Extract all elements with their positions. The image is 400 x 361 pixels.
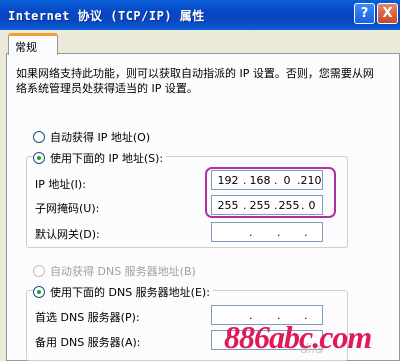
alternate-dns-label: 备用 DNS 服务器(A): (35, 336, 141, 349)
auto-dns-option[interactable]: 自动获得 DNS 服务器地址(B) (33, 263, 196, 279)
auto-dns-radio[interactable] (33, 265, 45, 277)
gateway-label: 默认网关(D): (35, 228, 100, 241)
tab-general[interactable]: 常规 (8, 33, 58, 55)
subnet-mask-label: 子网掩码(U): (35, 202, 100, 215)
site-watermark: 886abc.com (224, 319, 372, 355)
manual-ip-option[interactable]: 使用下面的 IP 地址(S): (33, 150, 167, 166)
close-button[interactable]: X (377, 3, 398, 24)
manual-ip-radio[interactable] (33, 152, 45, 164)
manual-dns-radio[interactable] (33, 286, 45, 298)
manual-dns-option[interactable]: 使用下面的 DNS 服务器地址(E): (33, 284, 213, 300)
window-title: Internet 协议 (TCP/IP) 属性 (8, 9, 205, 23)
preferred-dns-label: 首选 DNS 服务器(P): (35, 311, 140, 324)
help-button[interactable]: ? (354, 3, 375, 24)
manual-ip-label: 使用下面的 IP 地址(S): (50, 152, 164, 165)
highlight-annotation (205, 167, 336, 218)
title-bar[interactable]: Internet 协议 (TCP/IP) 属性 ? X (0, 0, 400, 30)
gateway-input[interactable]: . . . (211, 222, 323, 242)
ip-address-label: IP 地址(I): (35, 178, 86, 191)
description-text: 如果网络支持此功能，则可以获取自动指派的 IP 设置。否则，您需要从网络系统管理… (16, 67, 374, 95)
manual-dns-label: 使用下面的 DNS 服务器地址(E): (50, 286, 210, 299)
auto-ip-label: 自动获得 IP 地址(O) (50, 131, 151, 144)
auto-dns-label: 自动获得 DNS 服务器地址(B) (50, 265, 196, 278)
auto-ip-option[interactable]: 自动获得 IP 地址(O) (33, 129, 150, 145)
auto-ip-radio[interactable] (33, 131, 45, 143)
tcpip-properties-dialog: Internet 协议 (TCP/IP) 属性 ? X 常规 如果网络支持此功能… (0, 0, 400, 361)
